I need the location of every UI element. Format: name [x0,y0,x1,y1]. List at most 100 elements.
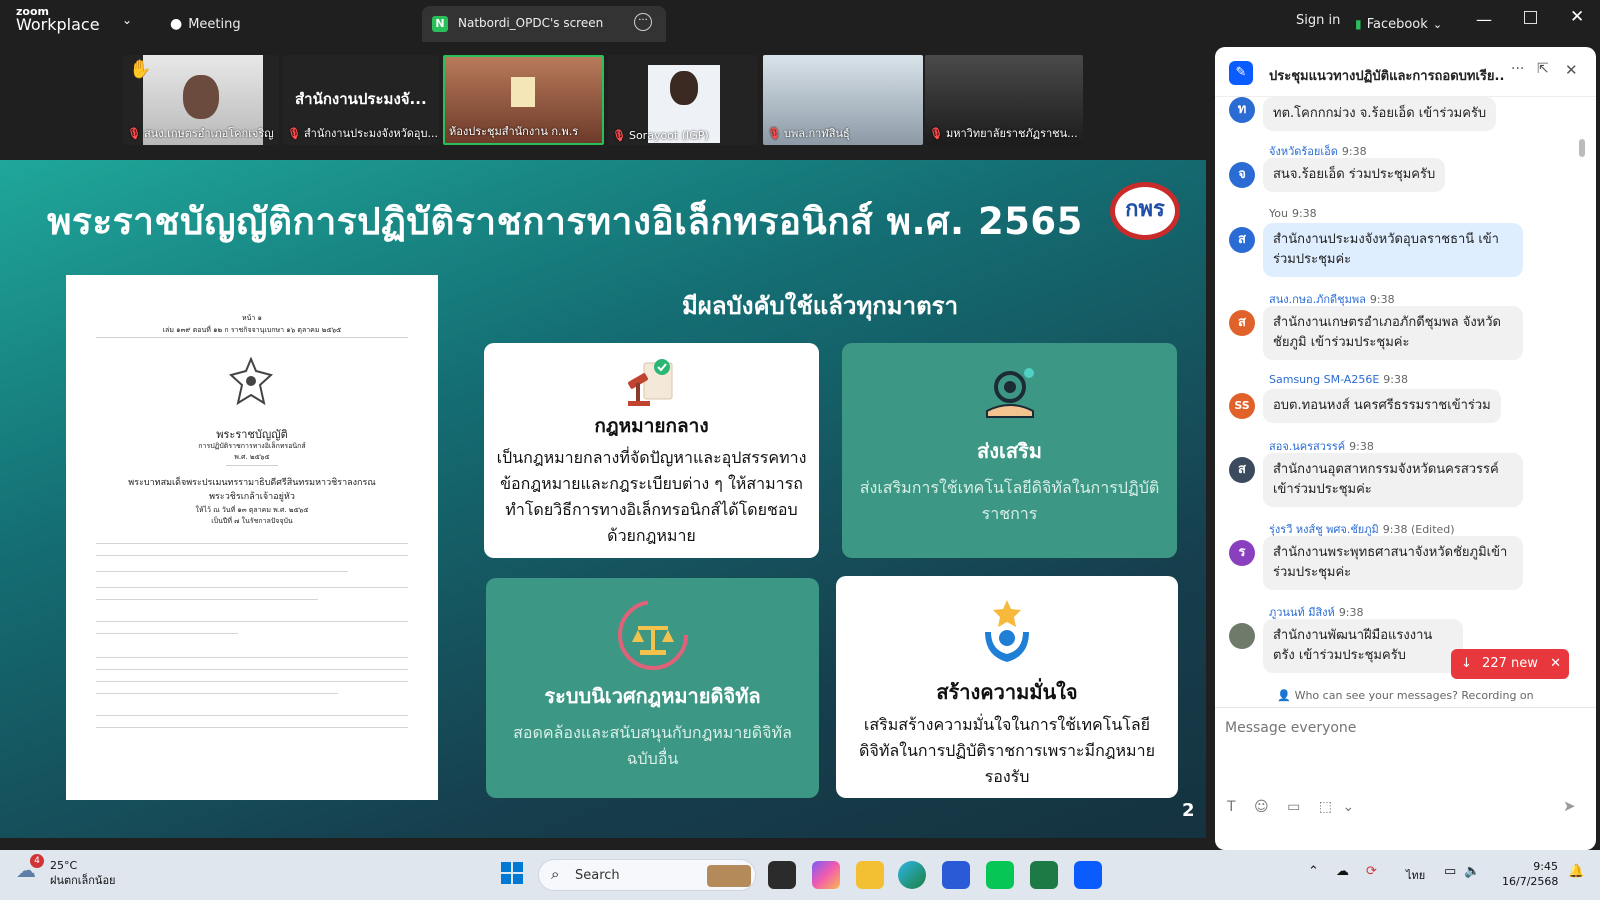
participant-tile-active-speaker[interactable]: ห้องประชุมสำนักงาน ก.พ.ร [443,55,604,145]
windows-start-icon[interactable] [500,861,528,889]
card-build-confidence: สร้างความมั่นใจ เสริมสร้างความมั่นใจในกา… [836,576,1178,798]
sender-name[interactable]: Samsung SM-A256E [1269,373,1379,386]
pop-out-icon[interactable]: ⇱ [1537,61,1549,77]
chat-message: สอจ.นครสวรรค์ 9:38 ส สำนักงานอุตสาหกรรมจั… [1215,437,1596,517]
participant-tile[interactable]: ✋ 🎙 สนง.เกษตรอำเภอโคกเจริญ [123,55,279,145]
screenshot-icon[interactable]: ⬚ [1319,799,1332,815]
participant-avatar [670,71,698,105]
emoji-icon[interactable]: ☺ [1254,799,1269,815]
meeting-label: Meeting [188,17,241,32]
sender-name[interactable]: รุ่งรวี หงส์ชู พศจ.ชัยภูมิ [1269,523,1379,536]
close-icon[interactable]: ✕ [1565,61,1578,79]
language-indicator[interactable]: ไทย [1406,866,1425,884]
raised-hand-icon: ✋ [129,59,152,80]
more-options-icon[interactable]: ··· [1511,61,1524,77]
card-title: ส่งเสริม [977,439,1042,463]
avatar: ส [1229,457,1255,483]
sender-name[interactable]: สอจ.นครสวรรค์ [1269,440,1345,453]
edge-icon[interactable] [898,861,926,889]
cloud-off-icon[interactable]: ☁ [1336,864,1349,879]
more-options-icon[interactable]: ··· [634,13,652,31]
gazette-document: หน้า ๑ เล่ม ๑๓๙ ตอนที่ ๑๒ ก ราชกิจจานุเบ… [66,275,438,800]
restore-icon[interactable] [1524,11,1537,24]
zoom-app-icon[interactable] [1074,861,1102,889]
doc-text-line [96,727,408,728]
garuda-emblem-icon [226,356,276,409]
participant-tile[interactable]: สำนักงานประมงจั... 🎙 สำนักงานประมงจังหวัด… [283,55,439,145]
shared-slide: พระราชบัญญัติการปฏิบัติราชการทางอิเล็กทร… [0,160,1206,838]
privacy-notice[interactable]: 👤 Who can see your messages? Recording o… [1215,684,1596,708]
meeting-button[interactable]: ● Meeting [170,13,241,32]
participant-tile[interactable]: 🎙 บพล.กาฬสินธุ์ [763,55,923,145]
excel-icon[interactable] [1030,861,1058,889]
network-icon[interactable]: ▭ [1444,864,1456,879]
chat-title[interactable]: ประชุมแนวทางปฏิบัติและการถอดบทเรีย... [1269,65,1504,86]
file-icon[interactable]: ▭ [1287,799,1300,815]
top-bar: zoom Workplace ⌄ ● Meeting N Natbordi_OPD… [0,0,1600,44]
new-messages-badge[interactable]: ↓ 227 new ✕ [1451,649,1569,679]
message-input[interactable] [1225,713,1585,743]
chat-message: You 9:38 ส สำนักงานประมงจังหวัดอุบลราชธาน… [1215,207,1596,287]
participant-big-name: สำนักงานประมงจั... [295,90,427,108]
participant-name: 🎙 สนง.เกษตรอำเภอโคกเจริญ [127,127,274,140]
mic-muted-icon: 🎙 [127,127,141,140]
send-icon[interactable]: ➤ [1563,797,1576,815]
message-time: 9:38 [1338,606,1364,619]
message-time: 9:38 [1383,373,1408,386]
doc-year: พ.ศ. ๒๕๖๕ [234,453,270,461]
doc-text-line [96,543,408,544]
facebook-button[interactable]: ▮ Facebook ⌄ [1355,13,1442,32]
arrow-down-icon: ↓ [1461,656,1472,671]
sender-name[interactable]: ภูวนนท์ มีสิงห์ [1269,606,1335,619]
person-star-icon [848,598,1166,670]
share-tab[interactable]: N Natbordi_OPDC's screen ··· [422,6,666,42]
close-icon[interactable]: ✕ [1550,649,1561,679]
card-promote: ส่งเสริม ส่งเสริมการใช้เทคโนโลยีดิจิทัลใ… [842,343,1177,558]
search-label: Search [575,868,620,883]
facebook-label: Facebook [1366,17,1428,32]
weather-text[interactable]: 25°C ฝนตกเล็กน้อย [50,858,116,888]
minimize-icon[interactable]: — [1476,10,1492,29]
close-icon[interactable]: ✕ [1570,7,1584,27]
sync-icon[interactable]: ⟳ [1366,864,1377,879]
copilot-icon[interactable] [812,861,840,889]
participant-tile[interactable]: 🎙 Sorayoot (IGP) [608,55,758,145]
store-icon[interactable] [942,861,970,889]
search-box[interactable]: ⌕ Search [538,859,756,891]
sender-name: You [1269,207,1288,220]
clock[interactable]: 9:45 16/7/2568 [1502,859,1558,889]
sender-name[interactable]: จังหวัดร้อยเอ็ด [1269,145,1338,158]
mic-muted-icon: 🎙 [767,127,781,140]
message-text: ทต.โคกกกม่วง จ.ร้อยเอ็ด เข้าร่วมครับ [1263,97,1497,131]
logo-text-bottom: Workplace [16,15,100,34]
doc-text-line [96,633,238,634]
chat-message: สนง.กษอ.ภักดีชุมพล 9:38 ส สำนักงานเกษตรอำ… [1215,290,1596,370]
doc-meta: เล่ม ๑๓๙ ตอนที่ ๑๒ ก ราชกิจจานุเบกษา ๑๖ … [162,326,342,334]
chevron-up-icon[interactable]: ⌃ [1308,864,1319,879]
slide-page-number: 2 [1182,800,1195,821]
sign-in-button[interactable]: Sign in [1296,13,1340,28]
format-text-icon[interactable]: T [1227,799,1236,815]
line-app-icon[interactable] [986,861,1014,889]
card-title: สร้างความมั่นใจ [936,680,1078,704]
zoom-workplace-logo[interactable]: zoom Workplace [16,6,100,33]
notification-bell-icon[interactable]: 🔔 [1568,864,1584,879]
chevron-down-icon[interactable]: ⌄ [122,13,132,27]
paw-icon: ● [170,16,183,32]
chat-message: จังหวัดร้อยเอ็ด 9:38 จ สนจ.ร้อยเอ็ด ร่วมป… [1215,142,1596,202]
doc-king-name-2: พระวชิรเกล้าเจ้าอยู่หัว [209,492,295,502]
card-title: ระบบนิเวศกฎหมายดิจิทัล [544,684,761,708]
participant-tile[interactable]: 🎙 มหาวิทยาลัยราชภัฏราชน... [925,55,1083,145]
doc-act-subtitle: การปฏิบัติราชการทางอิเล็กทรอนิกส์ [198,442,306,450]
chevron-down-icon[interactable]: ⌄ [1342,799,1354,815]
task-view-icon[interactable] [768,861,796,889]
file-explorer-icon[interactable] [856,861,884,889]
participant-name: 🎙 Sorayoot (IGP) [612,129,709,142]
sender-name[interactable]: สนง.กษอ.ภักดีชุมพล [1269,293,1366,306]
volume-icon[interactable]: 🔈 [1464,864,1480,879]
doc-text-line [96,599,318,600]
compose-icon[interactable]: ✎ [1229,61,1253,85]
slide-title: พระราชบัญญัติการปฏิบัติราชการทางอิเล็กทร… [47,200,1083,243]
weather-widget[interactable]: ☁ 4 [16,854,46,888]
doc-text-line [96,621,408,622]
